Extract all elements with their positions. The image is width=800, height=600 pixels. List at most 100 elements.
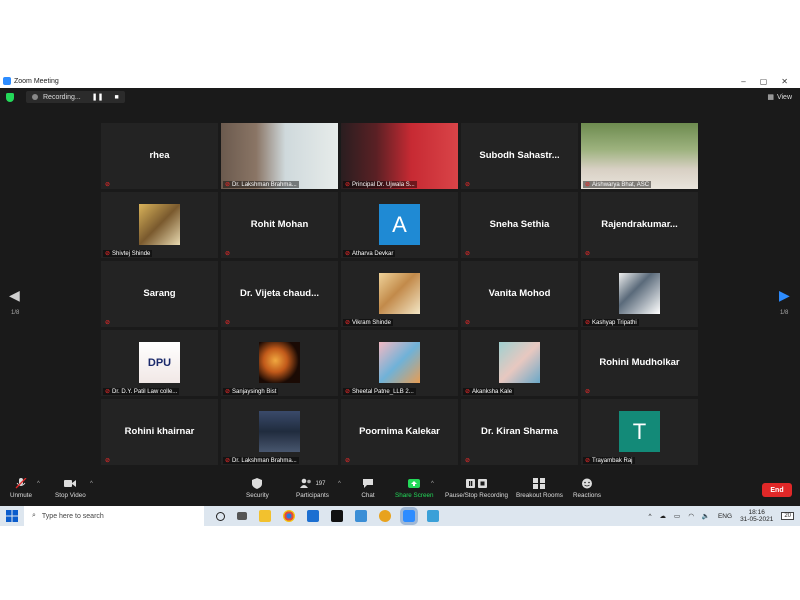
participant-tile[interactable]: ⊘ Sanjaysingh Bist — [221, 330, 338, 396]
battery-icon[interactable]: ▭ — [674, 512, 680, 520]
pause-recording-icon[interactable]: ❚❚ — [92, 93, 104, 101]
participant-tile[interactable]: rhea ⊘ — [101, 123, 218, 189]
wifi-icon[interactable]: ◠ — [688, 512, 694, 520]
prev-page-arrow-icon[interactable]: ◀ — [9, 287, 20, 304]
clock[interactable]: 18:16 31-05-2021 — [740, 509, 773, 523]
participant-label-text: Sheetal Patne_LLB 2... — [352, 388, 414, 395]
windows-start-icon[interactable] — [6, 510, 18, 522]
participant-tile[interactable]: Sneha Sethia ⊘ — [461, 192, 578, 258]
participant-label: ⊘ Dr. Lakshman Brahma... — [223, 457, 299, 464]
participant-tile[interactable]: ⊘ Shivtej Shinde — [101, 192, 218, 258]
participant-tile[interactable]: ⊘ Dr. Lakshman Brahma... — [221, 123, 338, 189]
participants-count: 197 — [315, 480, 326, 487]
participant-tile[interactable]: ⊘ Dr. Lakshman Brahma... — [221, 399, 338, 465]
vlc-icon[interactable] — [379, 510, 391, 522]
participant-label: ⊘ Dr. Lakshman Brahma... — [223, 181, 299, 188]
onedrive-icon[interactable]: ☁ — [660, 512, 667, 520]
store-icon[interactable] — [355, 510, 367, 522]
chat-bubble-icon — [363, 479, 373, 488]
task-view-icon[interactable] — [237, 512, 247, 520]
stop-video-button[interactable]: Stop Video — [55, 478, 86, 499]
next-page-arrow-icon[interactable]: ▶ — [779, 287, 790, 304]
participant-tile[interactable]: Rohini khairnar ⊘ — [101, 399, 218, 465]
close-icon[interactable]: ✕ — [781, 77, 788, 86]
participant-tile[interactable]: Vanita Mohod ⊘ — [461, 261, 578, 327]
participant-label: ⊘ Trayambak Raj — [583, 457, 635, 464]
winamp-icon[interactable] — [331, 510, 343, 522]
participant-tile[interactable]: Rohini Mudholkar ⊘ — [581, 330, 698, 396]
cortana-icon[interactable] — [216, 511, 225, 521]
zoom-window: Zoom Meeting – ▢ ✕ Recording... ❚❚ ■ ▦ V… — [0, 74, 800, 526]
participant-tile[interactable]: Dr. Vijeta chaud... ⊘ — [221, 261, 338, 327]
profile-picture — [619, 273, 660, 314]
participant-label: ⊘ — [463, 250, 472, 257]
reactions-label: Reactions — [573, 492, 602, 499]
share-options-caret-icon[interactable]: ^ — [431, 481, 434, 487]
zoom-taskbar-icon[interactable] — [400, 507, 418, 525]
mail-icon[interactable] — [307, 510, 319, 522]
audio-options-caret-icon[interactable]: ^ — [37, 481, 40, 487]
maximize-icon[interactable]: ▢ — [760, 77, 768, 86]
participant-tile[interactable]: ⊘ Vikram Shinde — [341, 261, 458, 327]
participant-label: ⊘ — [223, 250, 232, 257]
reactions-button[interactable]: Reactions — [573, 478, 601, 499]
photos-icon[interactable] — [427, 510, 439, 522]
tray-expand-icon[interactable]: ^ — [648, 513, 651, 520]
participant-tile[interactable]: Rohit Mohan ⊘ — [221, 192, 338, 258]
muted-mic-icon: ⊘ — [345, 458, 351, 464]
participant-label-text: Aishwarya Bhat, ASC — [592, 181, 650, 188]
participant-name: Dr. Kiran Sharma — [480, 426, 559, 437]
participant-label-text: Principal Dr. Ujwala S... — [352, 181, 415, 188]
muted-mic-icon: ⊘ — [465, 458, 471, 464]
profile-picture — [139, 204, 180, 245]
stop-recording-icon[interactable]: ■ — [114, 94, 118, 101]
end-meeting-button[interactable]: End — [762, 483, 792, 497]
windows-taskbar: ⌕ Type here to search ^ ☁ ▭ ◠ 🔈 ENG 18:1… — [0, 506, 800, 526]
participant-tile[interactable]: ⊘ Akanksha Kale — [461, 330, 578, 396]
participant-tile[interactable]: Rajendrakumar... ⊘ — [581, 192, 698, 258]
participant-tile[interactable]: ⊘ Kashyap Tripathi — [581, 261, 698, 327]
participant-name: Rohini Mudholkar — [599, 357, 680, 368]
breakout-rooms-button[interactable]: Breakout Rooms — [516, 478, 563, 499]
chat-button[interactable]: Chat — [361, 478, 375, 499]
participant-tile[interactable]: Poornima Kalekar ⊘ — [341, 399, 458, 465]
muted-mic-icon: ⊘ — [225, 458, 231, 464]
participant-tile[interactable]: Sarang ⊘ — [101, 261, 218, 327]
participants-button[interactable]: 197 Participants — [296, 478, 329, 499]
muted-mic-icon: ⊘ — [465, 251, 471, 257]
participant-tile[interactable]: ⊘ Sheetal Patne_LLB 2... — [341, 330, 458, 396]
view-button[interactable]: ▦ View — [767, 93, 792, 102]
participant-name: Vanita Mohod — [488, 288, 551, 299]
participant-tile[interactable]: ⊘ Aishwarya Bhat, ASC — [581, 123, 698, 189]
minimize-icon[interactable]: – — [741, 77, 745, 86]
participants-caret-icon[interactable]: ^ — [338, 481, 341, 487]
pause-stop-recording-button[interactable]: Pause/Stop Recording — [445, 478, 508, 499]
participant-label: ⊘ — [103, 181, 112, 188]
security-button[interactable]: Security — [246, 478, 269, 499]
participant-tile[interactable]: Subodh Sahastr... ⊘ — [461, 123, 578, 189]
participant-label: ⊘ Akanksha Kale — [463, 388, 515, 395]
language-indicator[interactable]: ENG — [718, 513, 732, 520]
share-screen-button[interactable]: Share Screen — [395, 478, 434, 499]
notification-center-icon[interactable]: 20 — [781, 512, 794, 520]
file-explorer-icon[interactable] — [259, 510, 271, 522]
chat-label: Chat — [361, 492, 375, 499]
encryption-shield-icon[interactable] — [6, 92, 14, 102]
participant-name: Rajendrakumar... — [601, 219, 678, 230]
taskbar-search-box[interactable]: ⌕ Type here to search — [24, 506, 204, 526]
pause-recording-label: Pause/Stop Recording — [445, 492, 509, 499]
muted-mic-icon: ⊘ — [465, 320, 471, 326]
stop-video-label: Stop Video — [55, 492, 86, 499]
participant-tile[interactable]: A ⊘ Atharva Devkar — [341, 192, 458, 258]
unmute-button[interactable]: Unmute — [10, 478, 32, 499]
participant-tile[interactable]: T ⊘ Trayambak Raj — [581, 399, 698, 465]
participant-tile[interactable]: DPU ⊘ Dr. D.Y. Patil Law colle... — [101, 330, 218, 396]
security-label: Security — [246, 492, 269, 499]
chrome-icon[interactable] — [283, 510, 295, 522]
participant-label: ⊘ — [463, 181, 472, 188]
participant-tile[interactable]: ⊘ Principal Dr. Ujwala S... — [341, 123, 458, 189]
volume-icon[interactable]: 🔈 — [702, 512, 710, 520]
video-options-caret-icon[interactable]: ^ — [90, 481, 93, 487]
participant-tile[interactable]: Dr. Kiran Sharma ⊘ — [461, 399, 578, 465]
clock-time: 18:16 — [748, 509, 765, 516]
